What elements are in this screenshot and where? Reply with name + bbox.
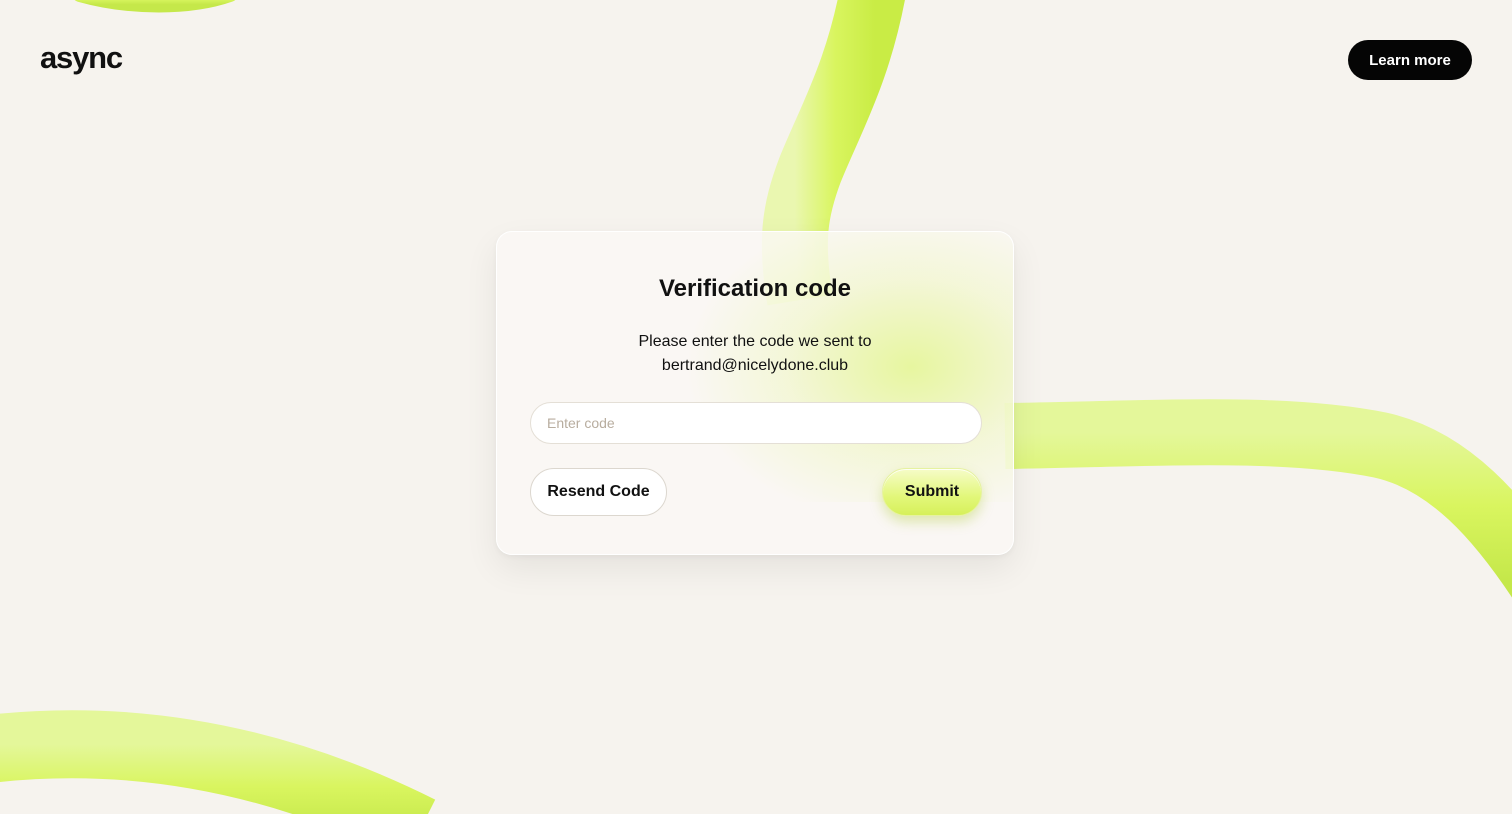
resend-code-button[interactable]: Resend Code <box>530 468 667 516</box>
submit-button[interactable]: Submit <box>882 468 982 516</box>
description-text: Please enter the code we sent to <box>638 333 872 350</box>
code-input[interactable] <box>530 402 982 444</box>
async-logo[interactable]: async <box>40 40 123 76</box>
ribbon-right <box>1004 399 1512 598</box>
verification-card: Verification code Please enter the code … <box>496 231 1014 555</box>
ribbon-bottom-left <box>0 710 436 814</box>
verification-description: Please enter the code we sent to bertran… <box>497 330 1013 378</box>
verification-title: Verification code <box>658 275 852 302</box>
learn-more-button[interactable]: Learn more <box>1348 40 1472 80</box>
recipient-email: bertrand@nicelydone.club <box>661 357 849 374</box>
ribbon-top-left <box>74 0 236 13</box>
verification-page: async Learn more Verification code Pleas… <box>0 0 1512 814</box>
